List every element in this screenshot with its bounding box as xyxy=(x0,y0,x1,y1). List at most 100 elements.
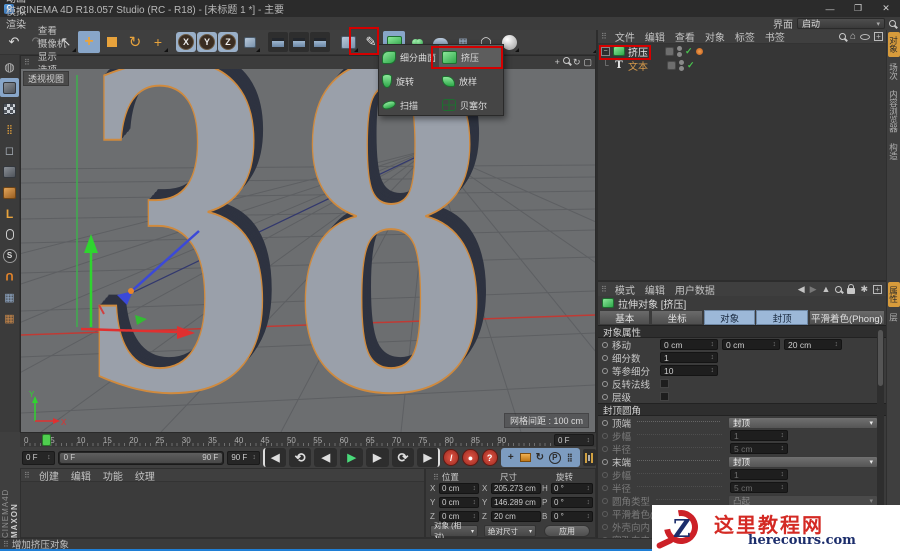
search-icon[interactable] xyxy=(835,285,843,293)
key-parameter-toggle[interactable]: P xyxy=(548,451,561,464)
menu-item-lathe[interactable]: 旋转 xyxy=(379,69,439,93)
viewport-menu-item[interactable]: 显示 xyxy=(33,50,72,63)
object-manager-menu-item[interactable]: 书签 xyxy=(760,30,790,44)
viewport[interactable]: ⠿ 查看摄像机显示选项过滤面板 + ↻ ▢ 透视视图 xyxy=(20,26,596,432)
filter-eye-icon[interactable] xyxy=(860,33,870,40)
parent-up-icon[interactable]: ▲ xyxy=(822,284,831,294)
search-icon[interactable] xyxy=(838,33,846,40)
layer-swatch[interactable] xyxy=(667,60,676,70)
tab-attributes[interactable]: 属性 xyxy=(887,282,900,307)
object-name[interactable]: 挤压 xyxy=(628,44,648,59)
autokey-button[interactable]: ● xyxy=(462,449,479,466)
close-button[interactable]: ✕ xyxy=(872,0,900,17)
layout-dropdown[interactable]: 启动 ▾ xyxy=(797,18,885,29)
rotation-p-field[interactable]: 0 ° ↕ xyxy=(551,497,593,508)
enable-check-icon[interactable]: ✓ xyxy=(685,46,693,57)
render-view-button[interactable] xyxy=(268,32,288,52)
keyframe-dot-icon[interactable] xyxy=(602,341,608,348)
tab-takes[interactable]: 场次 xyxy=(888,59,900,84)
new-panel-icon[interactable]: + xyxy=(873,284,882,294)
minimize-button[interactable]: — xyxy=(816,0,844,17)
new-panel-icon[interactable]: + xyxy=(874,32,883,41)
texture-mode-button[interactable] xyxy=(0,99,19,118)
record-button[interactable]: / xyxy=(443,449,460,466)
position-x-field[interactable]: 0 cm ↕ xyxy=(439,483,479,494)
undo-button[interactable]: ↶ xyxy=(3,31,25,53)
preview-range-slider[interactable]: 0 F 90 F xyxy=(57,450,225,465)
axis-gizmo[interactable]: Y X xyxy=(21,69,595,432)
object-manager-menu-item[interactable]: 查看 xyxy=(670,30,700,44)
cap-top-steps-field[interactable]: 1 ↕ xyxy=(730,430,788,441)
timeline-playhead[interactable] xyxy=(42,434,51,446)
material-menu-item[interactable]: 功能 xyxy=(97,469,129,483)
points-mode-button[interactable]: ⣿ xyxy=(0,120,19,139)
viewport-menu-item[interactable]: 查看 xyxy=(33,24,72,37)
position-y-field[interactable]: 0 cm ↕ xyxy=(439,497,479,508)
tweak-mode-button[interactable] xyxy=(0,225,19,244)
rotation-b-field[interactable]: 0 ° ↕ xyxy=(551,511,593,522)
material-menu-item[interactable]: 创建 xyxy=(33,469,65,483)
workplane-orange-button[interactable]: ▦ xyxy=(0,309,19,328)
material-menu-item[interactable]: 编辑 xyxy=(65,469,97,483)
hierarchical-checkbox[interactable] xyxy=(660,392,669,401)
keyframe-dot-icon[interactable] xyxy=(602,380,608,387)
previous-frame-button[interactable]: ◀ xyxy=(314,448,338,467)
object-row-text[interactable]: └ T 文本 ✓ xyxy=(598,58,886,73)
layer-swatch[interactable] xyxy=(665,46,674,56)
attribute-menu-item[interactable]: 模式 xyxy=(610,283,640,297)
maximize-button[interactable]: ❐ xyxy=(844,0,872,17)
primitive-cube-button[interactable] xyxy=(337,31,359,53)
goto-start-button[interactable]: ◀ xyxy=(262,448,286,467)
last-tool[interactable]: + xyxy=(147,31,169,53)
key-scale-toggle[interactable] xyxy=(519,453,531,462)
tab-basic[interactable]: 基本 xyxy=(599,310,651,325)
keyframe-dot-icon[interactable] xyxy=(602,354,608,361)
y-axis-lock[interactable]: Y xyxy=(197,32,217,52)
enable-check-icon[interactable]: ✓ xyxy=(687,60,695,71)
size-z-field[interactable]: 20 cm xyxy=(491,511,541,522)
goto-end-button[interactable]: ▶ xyxy=(417,448,441,467)
tab-layers[interactable]: 层 xyxy=(888,309,900,326)
keyframe-selection-button[interactable]: ? xyxy=(481,449,498,466)
flip-normals-checkbox[interactable] xyxy=(660,379,669,388)
current-frame-field[interactable]: 0 F ↕ xyxy=(22,450,55,465)
tab-content-browser[interactable]: 内容浏览器 xyxy=(888,86,900,137)
viewport-canvas[interactable]: 透视视图 38 Y X 网格间距: 100 cm xyxy=(21,69,595,432)
play-backwards-button[interactable]: ⟲ xyxy=(288,448,312,467)
animation-palette-icon[interactable] xyxy=(582,449,597,466)
next-frame-button[interactable]: ▶ xyxy=(365,448,389,467)
maximize-view-icon[interactable]: ▢ xyxy=(583,57,592,68)
cap-end-dropdown[interactable]: 封顶 ▾ xyxy=(728,455,878,468)
snap-button[interactable]: S xyxy=(0,246,19,265)
attribute-menu-item[interactable]: 编辑 xyxy=(640,283,670,297)
zoom-view-icon[interactable] xyxy=(562,57,570,64)
subdivision-field[interactable]: 1 ↕ xyxy=(660,352,718,363)
edge-mode-button[interactable]: ◻ xyxy=(0,141,19,160)
keyframe-dot-icon[interactable] xyxy=(602,458,608,465)
tab-object[interactable]: 对象 xyxy=(703,310,756,325)
history-forward-icon[interactable]: ▶ xyxy=(810,284,817,295)
coordinate-system-button[interactable] xyxy=(239,31,261,53)
render-settings-button[interactable] xyxy=(310,32,330,52)
phong-tag-icon[interactable] xyxy=(695,47,703,55)
key-pla-toggle[interactable]: ⣿ xyxy=(563,451,577,465)
size-mode-dropdown[interactable]: 绝对尺寸 ▾ xyxy=(484,525,536,537)
menu-item-sweep[interactable]: 扫描 xyxy=(379,93,439,117)
x-axis-lock[interactable]: X xyxy=(176,32,196,52)
panel-handle-icon[interactable]: ⠿ xyxy=(598,285,610,294)
menu-item-loft[interactable]: 放样 xyxy=(439,69,503,93)
viewport-menu-item[interactable]: 摄像机 xyxy=(33,37,72,50)
magnet-snap-button[interactable]: U xyxy=(0,267,19,286)
scale-tool[interactable] xyxy=(101,31,123,53)
rotate-view-icon[interactable]: ↻ xyxy=(573,57,581,68)
key-position-toggle[interactable]: + xyxy=(504,451,518,465)
movement-z-field[interactable]: 20 cm ↕ xyxy=(784,339,842,350)
attribute-menu-item[interactable]: 用户数据 xyxy=(670,283,720,297)
model-mode-button[interactable] xyxy=(0,78,19,97)
menu-item-bezier[interactable]: 贝塞尔 xyxy=(439,93,503,117)
tab-caps[interactable]: 封顶 xyxy=(756,310,808,325)
rotate-tool[interactable]: ↻ xyxy=(124,31,146,53)
size-y-field[interactable]: 146.289 cm xyxy=(491,497,541,508)
visibility-dots[interactable] xyxy=(679,59,684,71)
object-manager-menu-item[interactable]: 对象 xyxy=(700,30,730,44)
